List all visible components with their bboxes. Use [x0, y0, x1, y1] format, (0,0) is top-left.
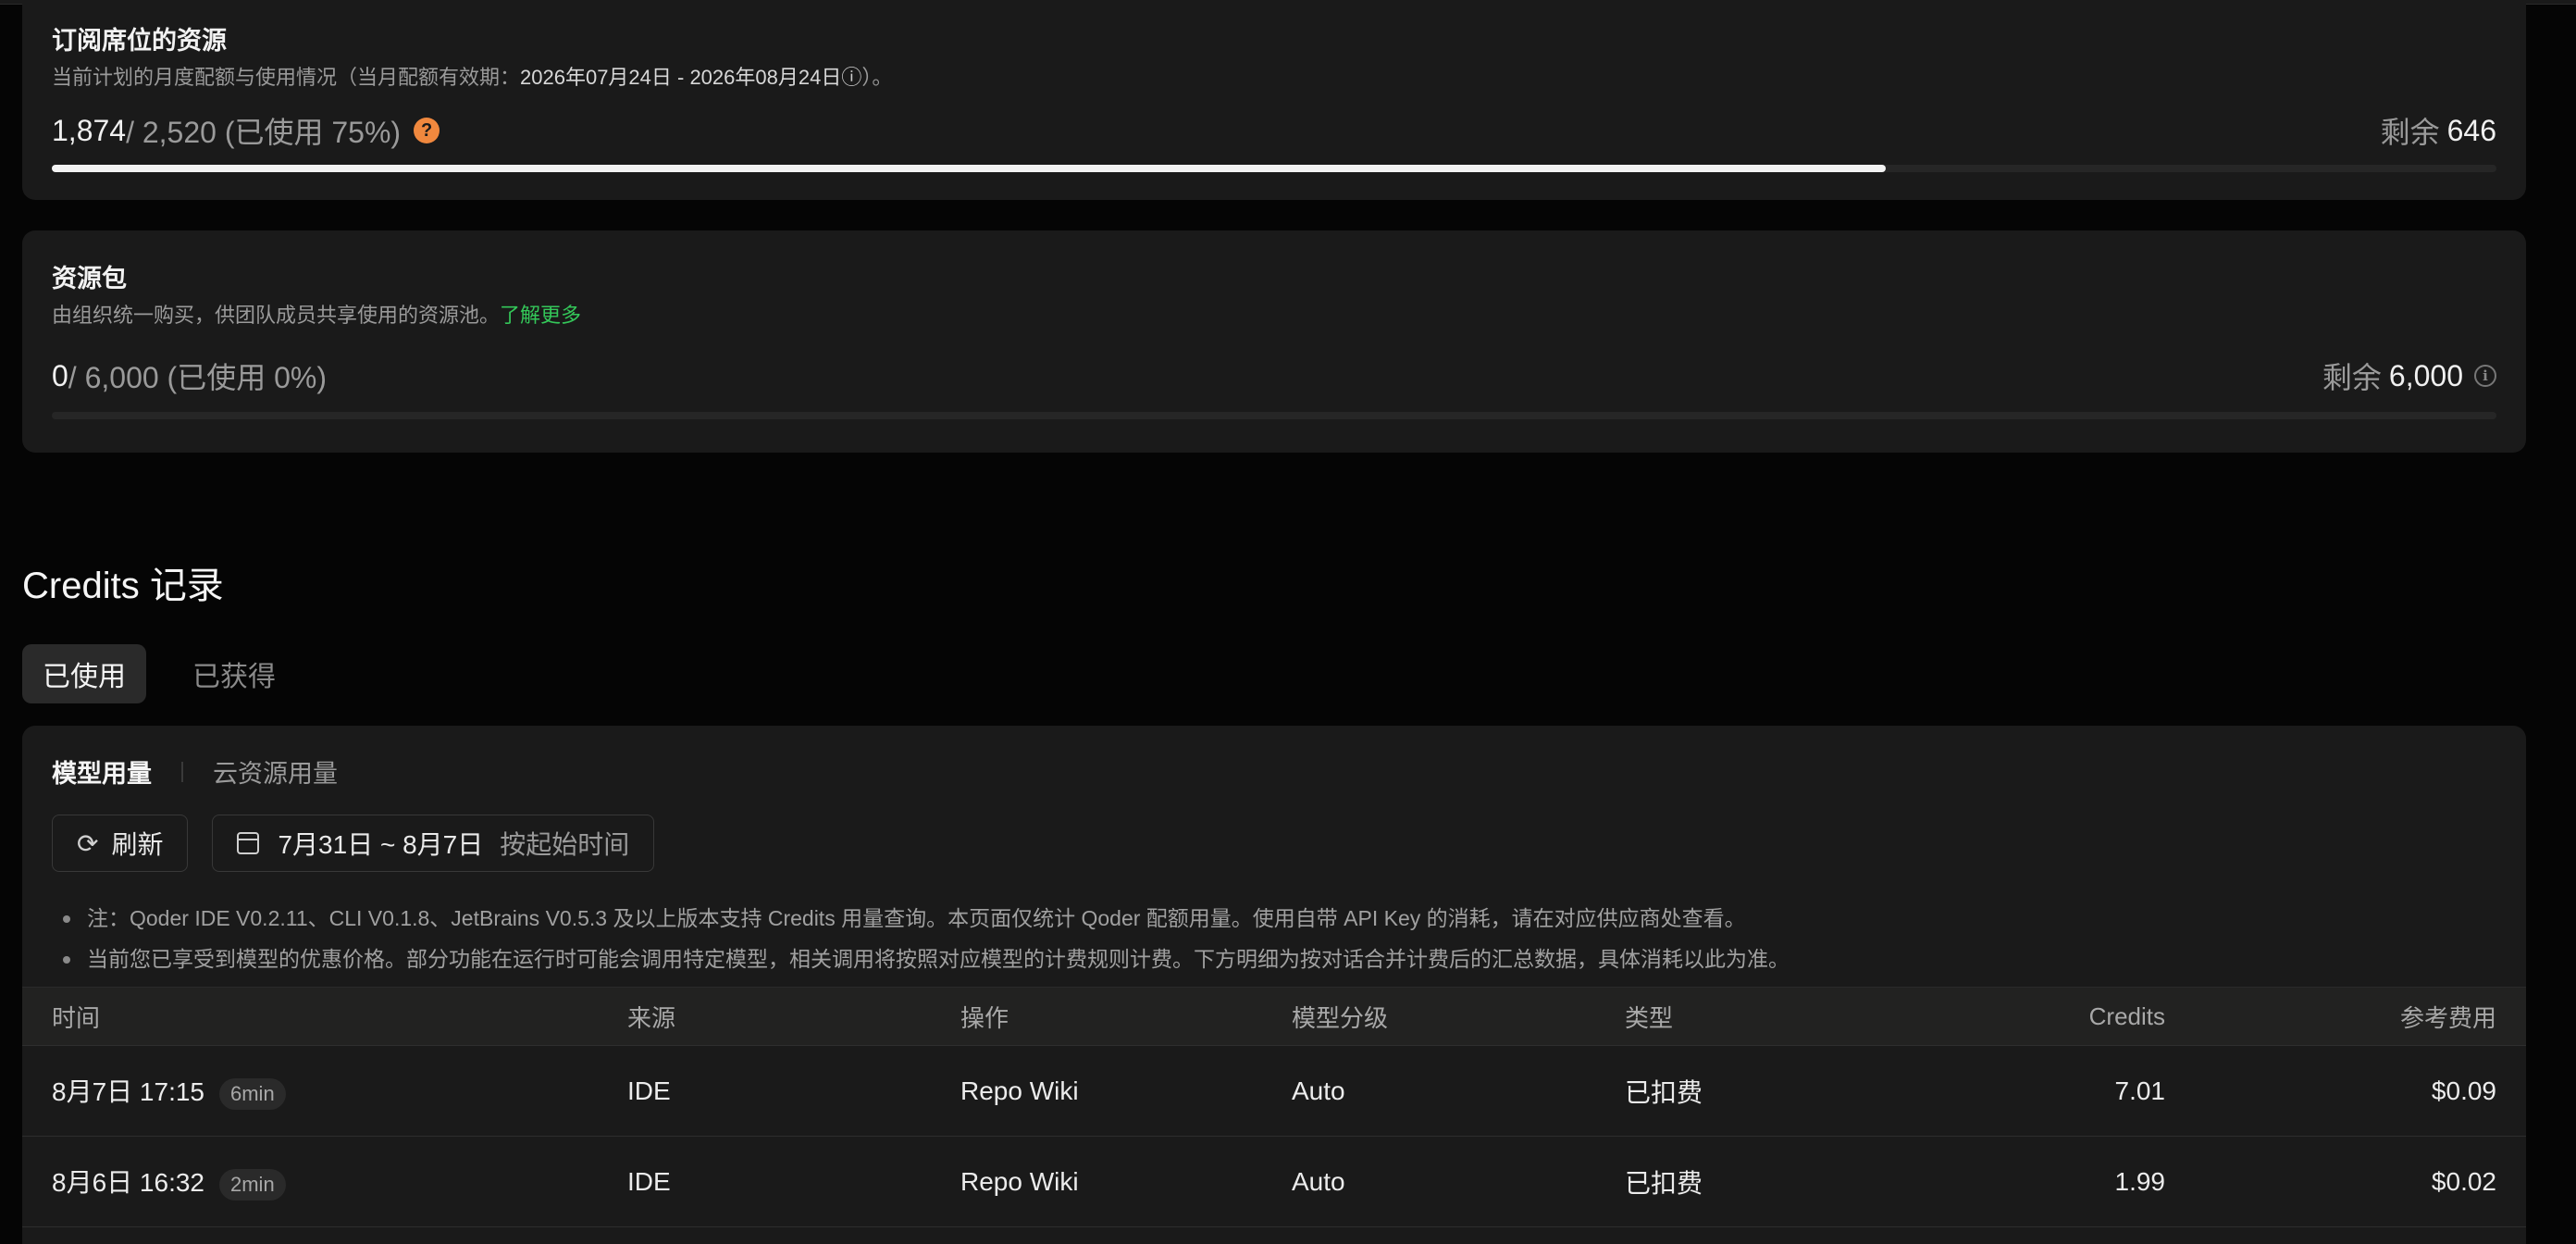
table-row[interactable]: 8月7日 17:15 6min IDE Repo Wiki Auto 已扣费 7.… — [22, 1046, 2526, 1137]
refresh-button[interactable]: ⟳ 刷新 — [52, 815, 189, 872]
row-type: 已扣费 — [1625, 1168, 1703, 1198]
row-time: 8月7日 17:15 6min — [52, 1072, 286, 1110]
date-range-value: 7月31日 ~ 8月7日 — [278, 830, 484, 859]
subscription-usage: 1,874 / 2,520 (已使用 75%) ? — [52, 109, 440, 152]
package-progress-track — [52, 412, 2496, 419]
subtab-model-usage[interactable]: 模型用量 — [52, 753, 152, 790]
subtab-divider — [181, 761, 183, 782]
row-source: IDE — [627, 1076, 671, 1105]
records-tabs: 已使用 已获得 — [22, 644, 296, 703]
duration-badge: 2min — [219, 1168, 286, 1200]
subscription-desc: 当前计划的月度配额与使用情况（当月配额有效期：2026年07月24日 - 202… — [52, 66, 893, 89]
column-operation[interactable]: 操作 — [960, 1000, 1009, 1034]
package-remaining-value: 6,000 — [2388, 358, 2463, 392]
row-cost: $0.09 — [2431, 1076, 2496, 1105]
package-usage: 0 / 6,000 (已使用 0%) — [52, 355, 327, 397]
subscription-remaining: 剩余 646 — [2380, 113, 2496, 150]
learn-more-link[interactable]: 了解更多 — [500, 304, 581, 327]
date-range-hint: 按起始时间 — [500, 830, 630, 859]
package-remaining: 剩余 6,000 i — [2322, 355, 2496, 397]
row-time: 8月6日 16:32 2min — [52, 1163, 286, 1200]
usage-table: 时间 来源 操作 模型分级 类型 Credits 参考费用 8月7日 17:15… — [22, 987, 2526, 1227]
period-info-icon[interactable]: ⓘ — [841, 66, 861, 89]
subscription-progress-fill — [52, 165, 1886, 172]
help-icon[interactable]: ? — [414, 118, 440, 143]
table-row[interactable]: 8月6日 16:32 2min IDE Repo Wiki Auto 已扣费 1.… — [22, 1137, 2526, 1227]
row-model-tier: Auto — [1292, 1076, 1345, 1105]
note-item: 当前您已享受到模型的优惠价格。部分功能在运行时可能会调用特定模型，相关调用将按照… — [59, 939, 1790, 979]
column-source[interactable]: 来源 — [627, 1000, 675, 1034]
column-time[interactable]: 时间 — [52, 1000, 100, 1034]
row-cost: $0.02 — [2431, 1166, 2496, 1196]
package-total: / 6,000 (已使用 0%) — [68, 361, 328, 394]
subscription-card: 订阅席位的资源 当前计划的月度配额与使用情况（当月配额有效期：2026年07月2… — [22, 0, 2526, 200]
records-toolbar: ⟳ 刷新 7月31日 ~ 8月7日 按起始时间 — [52, 815, 655, 872]
package-title: 资源包 — [52, 265, 127, 292]
resource-package-card: 资源包 由组织统一购买，供团队成员共享使用的资源池。了解更多 0 / 6,000… — [22, 230, 2526, 453]
row-credits: 7.01 — [2114, 1076, 2166, 1105]
calendar-icon — [237, 832, 260, 854]
tab-earned[interactable]: 已获得 — [172, 644, 296, 703]
column-model-tier[interactable]: 模型分级 — [1292, 1000, 1388, 1034]
subscription-remaining-value: 646 — [2446, 113, 2496, 147]
column-cost[interactable]: 参考费用 — [2400, 1000, 2496, 1034]
subtab-cloud-usage[interactable]: 云资源用量 — [213, 753, 338, 790]
date-range-picker[interactable]: 7月31日 ~ 8月7日 按起始时间 — [212, 815, 655, 872]
info-icon[interactable]: i — [2474, 365, 2496, 387]
subscription-title: 订阅席位的资源 — [52, 27, 227, 55]
column-type[interactable]: 类型 — [1625, 1000, 1673, 1034]
table-header: 时间 来源 操作 模型分级 类型 Credits 参考费用 — [22, 987, 2526, 1046]
tab-used[interactable]: 已使用 — [22, 644, 146, 703]
quota-period: 2026年07月24日 - 2026年08月24日 — [520, 66, 842, 89]
duration-badge: 6min — [219, 1077, 286, 1110]
row-operation: Repo Wiki — [960, 1166, 1079, 1196]
row-credits: 1.99 — [2114, 1166, 2166, 1196]
refresh-icon: ⟳ — [77, 828, 99, 858]
package-desc: 由组织统一购买，供团队成员共享使用的资源池。了解更多 — [52, 304, 582, 327]
subscription-progress-track — [52, 165, 2496, 172]
row-source: IDE — [627, 1166, 671, 1196]
row-operation: Repo Wiki — [960, 1076, 1079, 1105]
column-credits[interactable]: Credits — [2089, 1002, 2165, 1031]
package-used: 0 — [52, 358, 68, 392]
usage-subtabs: 模型用量 云资源用量 — [52, 753, 338, 790]
subscription-total: / 2,520 (已使用 75%) — [126, 116, 402, 149]
records-card: 模型用量 云资源用量 ⟳ 刷新 7月31日 ~ 8月7日 按起始时间 注：Qod… — [22, 726, 2526, 1244]
row-type: 已扣费 — [1625, 1077, 1703, 1107]
credits-records-title: Credits 记录 — [22, 566, 224, 606]
note-item: 注：Qoder IDE V0.2.11、CLI V0.1.8、JetBrains… — [59, 898, 1790, 939]
notes-list: 注：Qoder IDE V0.2.11、CLI V0.1.8、JetBrains… — [59, 898, 1790, 979]
row-model-tier: Auto — [1292, 1166, 1345, 1196]
subscription-used: 1,874 — [52, 113, 127, 147]
